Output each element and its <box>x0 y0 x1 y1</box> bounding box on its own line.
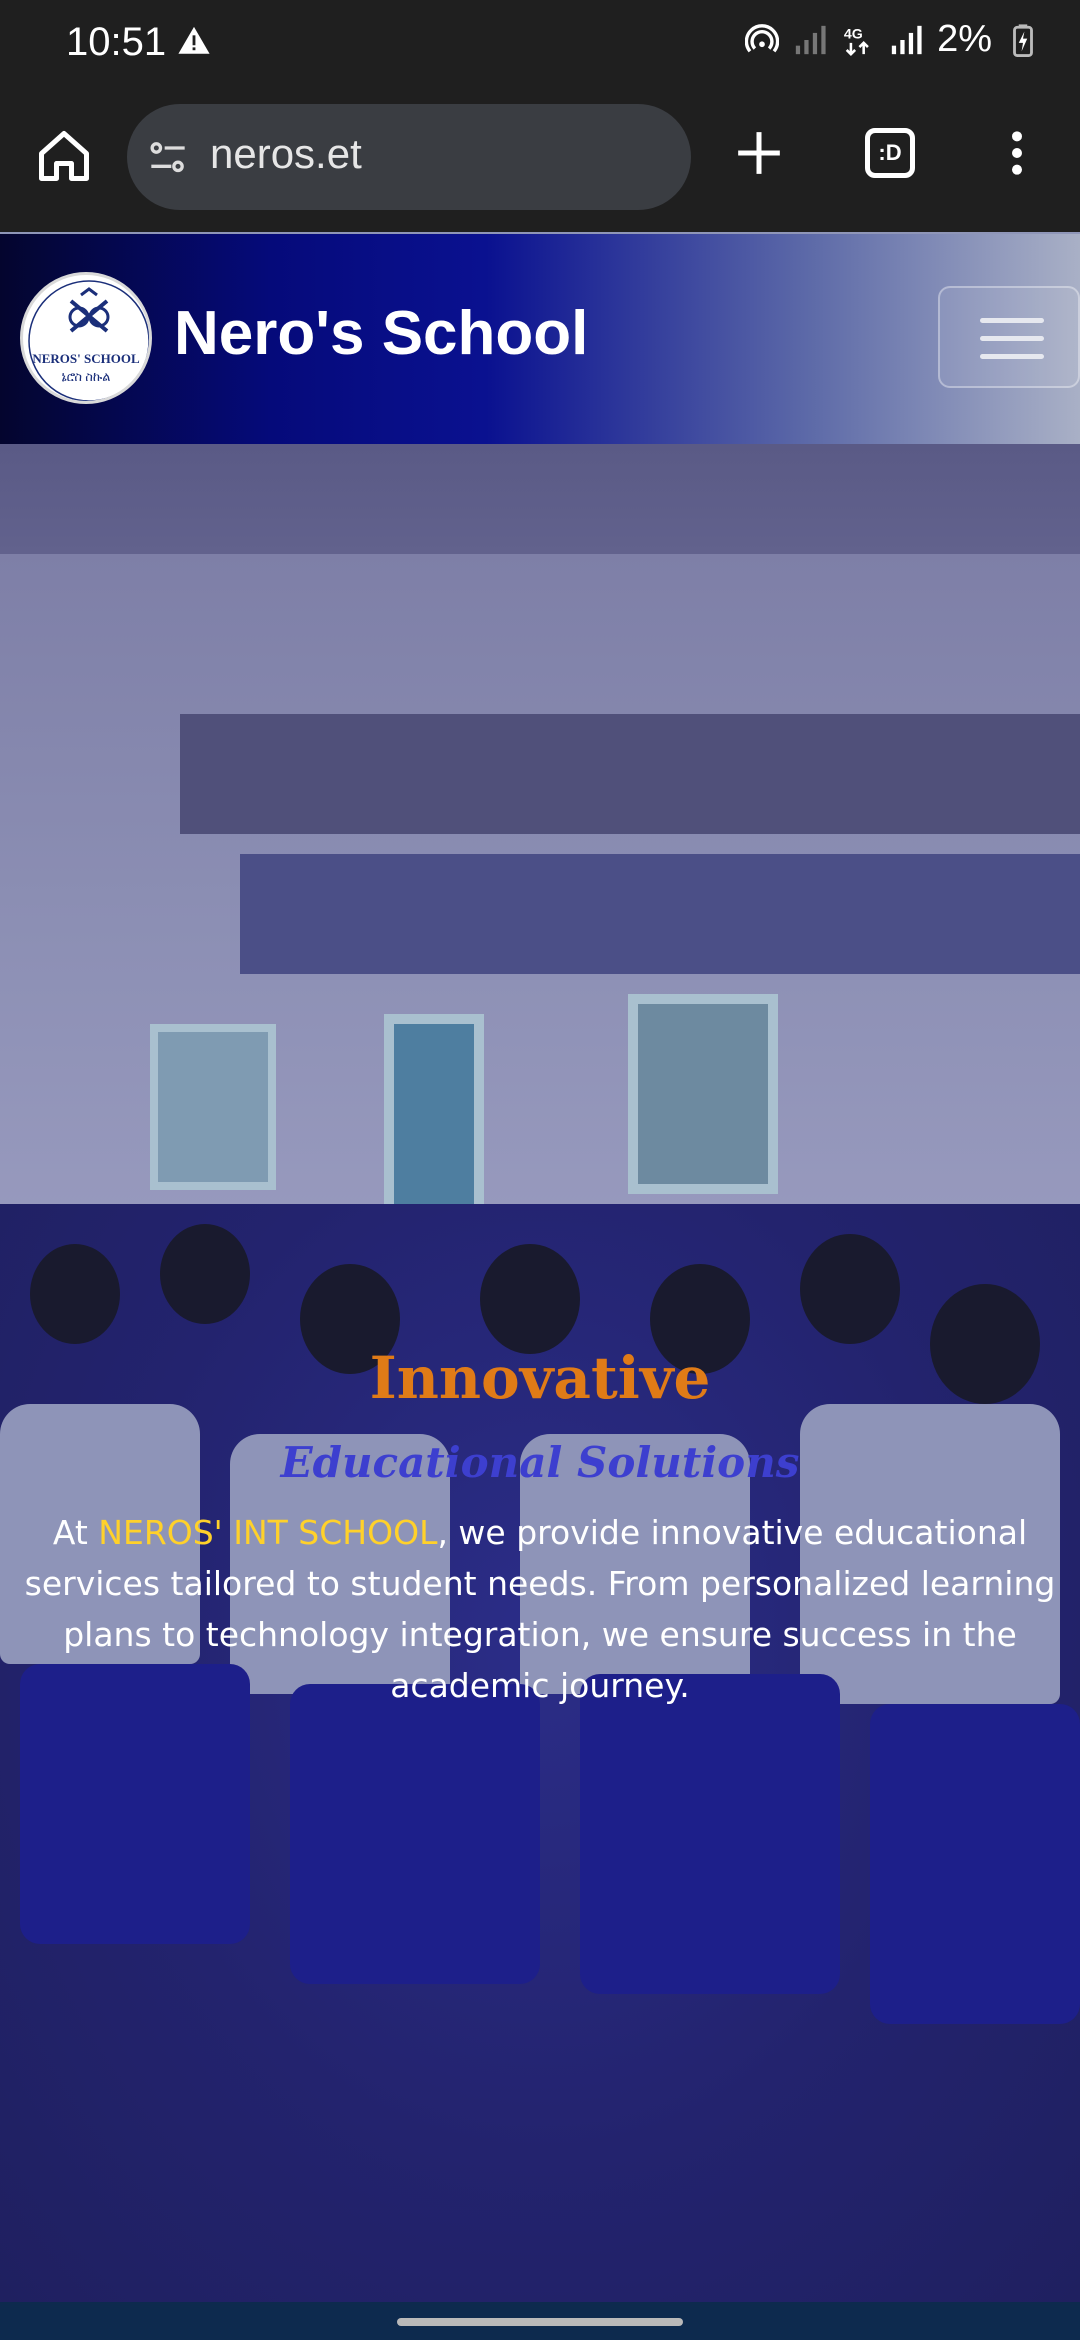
student-skirt <box>290 1684 540 1984</box>
signal-icon <box>891 25 922 54</box>
logo-text: NEROS' SCHOOL <box>32 351 140 366</box>
plus-icon[interactable] <box>734 128 784 178</box>
site-title[interactable]: Nero's School <box>174 298 588 369</box>
student-head <box>480 1244 580 1354</box>
browser-toolbar: neros.et :D <box>0 90 1080 232</box>
hero-title: Innovative <box>369 1344 711 1412</box>
hero-content: Innovative Educational Solutions At NERO… <box>0 1344 1080 1711</box>
hero-section: Innovative Educational Solutions At NERO… <box>0 444 1080 2302</box>
building-window <box>628 994 778 1194</box>
signal-icon <box>795 25 826 54</box>
student-head <box>30 1244 120 1344</box>
building-wall-band <box>240 854 1080 974</box>
status-bar: 10:51 4G 2% <box>0 0 1080 90</box>
svg-text:4G: 4G <box>844 26 863 42</box>
tab-switcher-label: :D <box>878 140 902 165</box>
hamburger-menu-button[interactable] <box>938 286 1080 388</box>
student-head <box>800 1234 900 1344</box>
battery-percent: 2% <box>937 18 992 60</box>
battery-charging-icon <box>1013 23 1033 57</box>
school-logo[interactable]: NEROS' SCHOOL ኔሮስ ስኩል <box>20 272 152 404</box>
alert-icon <box>178 26 210 54</box>
building-roof <box>180 714 1080 834</box>
tab-switcher-button[interactable]: :D <box>865 128 915 178</box>
address-bar[interactable]: neros.et <box>127 104 691 210</box>
hamburger-icon <box>980 354 1044 359</box>
status-time: 10:51 <box>66 20 167 64</box>
gesture-handle[interactable] <box>397 2318 683 2326</box>
site-header: NEROS' SCHOOL ኔሮስ ስኩል Nero's School <box>0 232 1080 446</box>
student-skirt <box>580 1674 840 1994</box>
hamburger-icon <box>980 336 1044 341</box>
student-skirt <box>870 1704 1080 2024</box>
hamburger-icon <box>980 318 1044 323</box>
hotspot-icon <box>745 23 780 52</box>
hero-subtitle: Educational Solutions <box>280 1438 800 1487</box>
hero-description: At NEROS' INT SCHOOL, we provide innovat… <box>20 1507 1060 1711</box>
building-window <box>150 1024 276 1190</box>
student-head <box>160 1224 250 1324</box>
hero-text-prefix: At <box>52 1513 99 1552</box>
system-navigation-bar <box>0 2302 1080 2340</box>
4g-icon: 4G <box>844 26 869 56</box>
url-text: neros.et <box>210 130 362 177</box>
school-name-highlight: NEROS' INT SCHOOL <box>98 1513 438 1552</box>
site-settings-icon[interactable] <box>147 138 189 178</box>
more-vert-icon[interactable] <box>1000 128 1034 178</box>
hero-background-building <box>0 554 1080 1374</box>
home-icon[interactable] <box>34 126 94 186</box>
logo-text-amharic: ኔሮስ ስኩል <box>61 369 111 384</box>
status-icons: 4G 2% <box>745 18 1040 61</box>
